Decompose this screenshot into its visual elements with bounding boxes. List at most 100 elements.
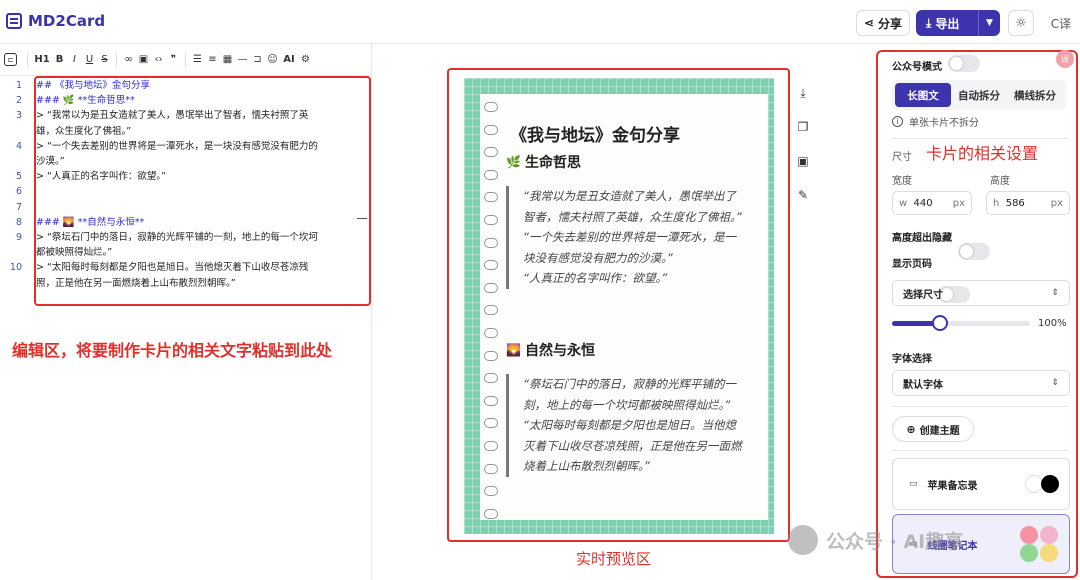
watermark-text: 公众号 · AI趣享 <box>826 530 964 553</box>
overflow-hidden-toggle[interactable] <box>958 243 990 260</box>
size-label: 尺寸 <box>892 152 912 163</box>
edit-icon[interactable]: ✎ <box>790 182 816 208</box>
ordered-list-icon[interactable]: ≡ <box>205 51 220 69</box>
tab-auto-split[interactable]: 自动拆分 <box>951 83 1007 107</box>
table-icon[interactable]: ▦ <box>220 51 235 69</box>
emoji-icon[interactable]: ☺ <box>265 51 280 69</box>
app-logo[interactable]: MD2Card <box>6 12 105 30</box>
font-select-value: 默认字体 <box>903 379 943 391</box>
quote-text: “祭坛石门中的落日，寂静的光辉平铺的一刻，地上的每一个坎坷都被映照得灿烂。” <box>523 377 736 412</box>
preview-panel: 《我与地坛》金句分享 🌿 生命哲思 “我常以为是丑女造就了美人，愚氓举出了智者，… <box>372 44 876 580</box>
heading-icon[interactable]: H1 <box>32 51 52 69</box>
share-icon: ⋖ <box>863 16 875 30</box>
line-number: 3 <box>15 110 22 122</box>
language-button[interactable]: C译 <box>1046 12 1076 34</box>
preview-side-tools: ⤓ ❐ ▣ ✎ <box>790 80 818 216</box>
divider <box>892 138 1068 139</box>
info-icon: i <box>892 116 903 127</box>
font-select[interactable]: 默认字体 ⇕ <box>892 370 1070 396</box>
ring <box>484 169 498 180</box>
scrollbar-marker <box>357 218 367 219</box>
show-page-label: 显示页码 <box>892 259 932 270</box>
card-quote-block: “祭坛石门中的落日，寂静的光辉平铺的一刻，地上的每一个坎坷都被映照得灿烂。” “太… <box>506 374 746 477</box>
memo-icon: ▭ <box>909 479 918 489</box>
width-value: 440 <box>913 197 933 209</box>
toolbar-divider <box>27 52 28 67</box>
width-unit: px <box>952 197 965 209</box>
width-input[interactable]: w 440 px <box>892 191 972 215</box>
editor-annotation: 编辑区，将要制作卡片的相关文字粘贴到此处 <box>12 341 333 360</box>
codeblock-icon[interactable]: ⊐ <box>250 51 265 69</box>
card-section-heading: 🌿 生命哲思 <box>506 152 581 172</box>
line-number: 5 <box>15 171 22 183</box>
ring <box>484 486 498 497</box>
ai-icon[interactable]: AI <box>280 51 298 69</box>
logo-dot <box>1020 544 1038 562</box>
height-unit: px <box>1050 197 1063 209</box>
ring <box>484 102 498 112</box>
size-select[interactable]: 选择尺寸 ⇕ <box>892 280 1070 306</box>
create-theme-button[interactable]: ⊕ 创建主题 <box>892 416 974 442</box>
strikethrough-icon[interactable]: S <box>97 51 112 69</box>
share-button[interactable]: ⋖ 分享 <box>856 10 910 36</box>
editor-highlight-frame <box>34 76 371 306</box>
toolbar-divider <box>185 52 186 67</box>
logo-dot <box>1020 526 1038 544</box>
width-label: 宽度 <box>892 176 912 187</box>
download-icon[interactable]: ⤓ <box>790 80 816 106</box>
ring <box>484 305 498 316</box>
export-label: 导出 <box>935 16 960 31</box>
italic-icon[interactable]: I <box>67 51 82 69</box>
settings-annotation: 卡片的相关设置 <box>926 144 1039 163</box>
logo-dot <box>1040 526 1058 544</box>
tab-long-image[interactable]: 长图文 <box>895 83 951 107</box>
ring <box>484 124 498 135</box>
height-input[interactable]: h 586 px <box>986 191 1070 215</box>
translate-icon[interactable]: 译 <box>1056 50 1074 68</box>
sidebar-toggle-icon[interactable]: ⊏ <box>4 53 17 66</box>
notebook-rings <box>484 102 498 522</box>
theme-option[interactable]: ▭ 苹果备忘录 <box>892 458 1070 510</box>
settings-icon[interactable]: ⚙ <box>298 51 313 69</box>
share-label: 分享 <box>878 16 903 31</box>
leaf-icon: 🌿 <box>506 155 521 169</box>
width-prefix: w <box>899 197 908 209</box>
font-label: 字体选择 <box>892 354 932 365</box>
toolbar-divider <box>116 52 117 67</box>
line-number: 4 <box>15 140 22 152</box>
divider <box>892 450 1068 451</box>
wechat-mode-toggle[interactable] <box>948 55 980 72</box>
logo-dot <box>1040 544 1058 562</box>
quote-icon[interactable]: ❞ <box>166 51 181 69</box>
ring <box>484 508 498 519</box>
export-button[interactable]: ⤓ 导出 ▼ <box>916 10 1000 36</box>
app-name: MD2Card <box>28 12 106 30</box>
export-dropdown-icon[interactable]: ▼ <box>978 10 1000 36</box>
line-number <box>0 245 26 260</box>
zoom-slider-handle[interactable] <box>932 315 949 331</box>
height-value: 586 <box>1005 197 1025 209</box>
zoom-value: 100% <box>1038 318 1067 329</box>
code-icon[interactable]: ‹› <box>151 51 166 69</box>
card-section-heading: 🌄 自然与永恒 <box>506 340 595 360</box>
height-label: 高度 <box>990 176 1010 187</box>
ring <box>484 215 498 225</box>
line-number: 10 <box>9 262 22 274</box>
sunrise-icon: 🌄 <box>506 343 521 357</box>
image-icon[interactable]: ▣ <box>790 148 816 174</box>
tab-line-split[interactable]: 横线拆分 <box>1007 83 1063 107</box>
line-number: 7 <box>15 201 22 213</box>
underline-icon[interactable]: U <box>82 51 97 69</box>
download-icon: ⤓ <box>926 15 932 30</box>
bullet-list-icon[interactable]: ☰ <box>190 51 205 69</box>
ring <box>484 463 498 474</box>
copy-icon[interactable]: ❐ <box>790 114 816 140</box>
image-icon[interactable]: ▣ <box>136 51 151 69</box>
link-icon[interactable]: ∞ <box>121 51 136 69</box>
hr-icon[interactable]: — <box>235 51 250 69</box>
theme-toggle-button[interactable]: ☼ <box>1008 10 1034 36</box>
split-mode-tabs: 长图文 自动拆分 横线拆分 <box>892 80 1066 110</box>
bold-icon[interactable]: B <box>52 51 67 69</box>
quote-text: “太阳每时每刻都是夕阳也是旭日。当他熄灭着下山收尽苍凉残照，正是他在另一面燃烧着… <box>523 418 742 473</box>
quote-text: “一个失去差别的世界将是一潭死水，是一块没有感觉没有肥力的沙漠。” <box>523 230 736 265</box>
